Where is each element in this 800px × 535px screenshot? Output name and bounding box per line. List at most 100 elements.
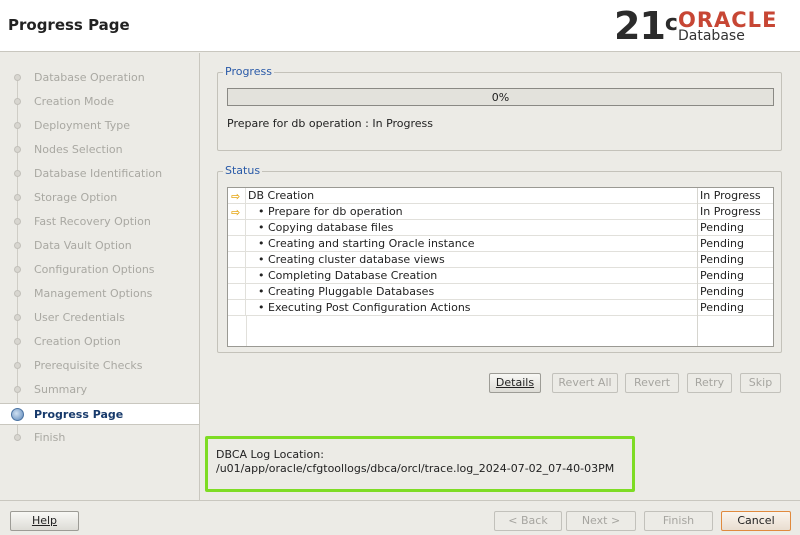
status-task-state: Pending xyxy=(700,269,744,282)
status-task-state: Pending xyxy=(700,285,744,298)
step-indicator-icon xyxy=(14,74,21,81)
status-column-separator xyxy=(697,268,698,284)
sidebar-step[interactable]: Configuration Options xyxy=(0,259,199,281)
sidebar-step[interactable]: Prerequisite Checks xyxy=(0,355,199,377)
step-indicator-icon xyxy=(14,122,21,129)
bullet-icon: • xyxy=(258,301,265,314)
sidebar-step[interactable]: Progress Page xyxy=(0,403,199,425)
status-task-name: DB Creation xyxy=(248,189,315,202)
status-icon-cell xyxy=(228,220,246,236)
sidebar-step[interactable]: Storage Option xyxy=(0,187,199,209)
status-row[interactable]: ⇨ DB Creation In Progress xyxy=(228,188,773,204)
step-indicator-icon xyxy=(14,146,21,153)
status-column-separator xyxy=(697,284,698,300)
cancel-button[interactable]: Cancel xyxy=(721,511,791,531)
status-column-separator xyxy=(697,236,698,252)
step-indicator-icon xyxy=(14,98,21,105)
skip-button[interactable]: Skip xyxy=(740,373,781,393)
header-bar: Progress Page 21c ORACLE Database xyxy=(0,0,800,52)
status-row[interactable]: • Creating and starting Oracle instance Pe… xyxy=(228,236,773,252)
help-button[interactable]: Help xyxy=(10,511,79,531)
sidebar-step-label: Fast Recovery Option xyxy=(34,215,151,228)
sidebar-step-label: Progress Page xyxy=(34,408,124,421)
status-row[interactable]: • Completing Database Creation Pending xyxy=(228,268,773,284)
status-column-separator xyxy=(697,204,698,220)
help-button-label: Help xyxy=(31,514,58,527)
sidebar-step-label: Creation Option xyxy=(34,335,121,348)
status-task-name: Executing Post Configuration Actions xyxy=(268,301,471,314)
status-grid-line xyxy=(697,316,698,346)
sidebar-step-label: Nodes Selection xyxy=(34,143,123,156)
in-progress-arrow-icon: ⇨ xyxy=(231,206,241,219)
sidebar-step[interactable]: User Credentials xyxy=(0,307,199,329)
status-task-name: Prepare for db operation xyxy=(268,205,403,218)
status-task-state: Pending xyxy=(700,221,744,234)
status-row[interactable]: • Creating cluster database views Pending xyxy=(228,252,773,268)
status-icon-cell xyxy=(228,300,246,316)
sidebar-step[interactable]: Finish xyxy=(0,427,199,449)
progress-group: Progress 0% Prepare for db operation : I… xyxy=(217,65,782,151)
status-row[interactable]: ⇨ • Prepare for db operation In Progress xyxy=(228,204,773,220)
sidebar-step[interactable]: Creation Option xyxy=(0,331,199,353)
sidebar-step-label: Prerequisite Checks xyxy=(34,359,143,372)
status-task-state: In Progress xyxy=(700,205,761,218)
sidebar-step[interactable]: Fast Recovery Option xyxy=(0,211,199,233)
step-indicator-icon xyxy=(14,314,21,321)
sidebar-step[interactable]: Management Options xyxy=(0,283,199,305)
bullet-icon: • xyxy=(258,285,265,298)
sidebar-step-label: User Credentials xyxy=(34,311,125,324)
status-column-separator xyxy=(697,300,698,316)
step-indicator-icon xyxy=(14,386,21,393)
status-task-state: In Progress xyxy=(700,189,761,202)
bullet-icon: • xyxy=(258,205,265,218)
status-icon-cell xyxy=(228,252,246,268)
sidebar-step[interactable]: Summary xyxy=(0,379,199,401)
sidebar-step-label: Storage Option xyxy=(34,191,118,204)
bullet-icon: • xyxy=(258,269,265,282)
status-task-name: Creating Pluggable Databases xyxy=(268,285,435,298)
status-icon-cell xyxy=(228,236,246,252)
status-icon-cell: ⇨ xyxy=(228,188,246,204)
details-button[interactable]: Details xyxy=(489,373,541,393)
status-table[interactable]: ⇨ DB Creation In Progress ⇨ • Prepare for db … xyxy=(227,187,774,347)
next-button[interactable]: Next > xyxy=(566,511,636,531)
status-row[interactable]: • Copying database files Pending xyxy=(228,220,773,236)
sidebar-step[interactable]: Database Operation xyxy=(0,67,199,89)
sidebar-step-label: Configuration Options xyxy=(34,263,155,276)
sidebar-step-label: Creation Mode xyxy=(34,95,115,108)
status-icon-cell xyxy=(228,268,246,284)
sidebar-step[interactable]: Database Identification xyxy=(0,163,199,185)
retry-button[interactable]: Retry xyxy=(687,373,732,393)
logo-product: Database xyxy=(678,28,745,44)
status-icon-cell: ⇨ xyxy=(228,204,246,220)
status-task-state: Pending xyxy=(700,301,744,314)
status-row[interactable]: • Executing Post Configuration Actions Pen… xyxy=(228,300,773,316)
status-icon-cell xyxy=(228,284,246,300)
log-location-box: DBCA Log Location: /u01/app/oracle/cfgto… xyxy=(205,436,635,492)
step-indicator-icon xyxy=(14,170,21,177)
sidebar-step-label: Deployment Type xyxy=(34,119,131,132)
step-indicator-icon xyxy=(14,362,21,369)
sidebar-step[interactable]: Data Vault Option xyxy=(0,235,199,257)
sidebar-step[interactable]: Deployment Type xyxy=(0,115,199,137)
step-indicator-icon xyxy=(11,408,24,421)
bullet-icon: • xyxy=(258,237,265,250)
status-column-separator xyxy=(697,220,698,236)
log-location-path[interactable]: /u01/app/oracle/cfgtoollogs/dbca/orcl/tr… xyxy=(216,462,614,475)
step-indicator-icon xyxy=(14,218,21,225)
step-indicator-icon xyxy=(14,266,21,273)
finish-button[interactable]: Finish xyxy=(644,511,713,531)
sidebar-step[interactable]: Creation Mode xyxy=(0,91,199,113)
progress-message: Prepare for db operation : In Progress xyxy=(227,117,434,130)
status-row[interactable]: • Creating Pluggable Databases Pending xyxy=(228,284,773,300)
sidebar-step-label: Finish xyxy=(34,431,66,444)
revert-all-button[interactable]: Revert All xyxy=(552,373,618,393)
back-button[interactable]: < Back xyxy=(494,511,562,531)
status-column-separator xyxy=(697,188,698,204)
progress-group-title: Progress xyxy=(223,65,274,78)
revert-button[interactable]: Revert xyxy=(625,373,679,393)
sidebar-step[interactable]: Nodes Selection xyxy=(0,139,199,161)
details-button-label: Details xyxy=(495,376,535,389)
step-indicator-icon xyxy=(14,242,21,249)
status-column-separator xyxy=(697,252,698,268)
